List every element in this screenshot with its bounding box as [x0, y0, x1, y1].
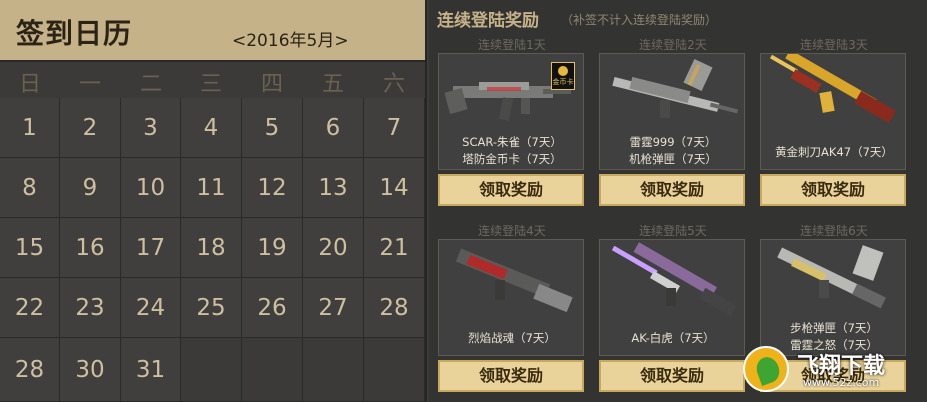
claim-reward-button-day4[interactable]: 领取奖励	[438, 360, 584, 392]
reward-item-name-2: 机枪弹匣（7天）	[629, 152, 717, 166]
calendar-day-cell[interactable]: 15	[0, 218, 60, 278]
reward-item-name-1: SCAR-朱雀（7天）	[462, 135, 562, 149]
gold-card-badge: 金币卡	[551, 62, 575, 90]
calendar-day-cell[interactable]: 12	[242, 158, 303, 218]
calendar-day-cell[interactable]: 19	[242, 218, 303, 278]
reward-item-box: 黄金刺刀AK47（7天）	[760, 53, 906, 170]
gold-card-label: 金币卡	[552, 78, 574, 86]
reward-item-name-1: AK-白虎（7天）	[631, 331, 715, 345]
reward-item-box: 雷霆999（7天） 机枪弹匣（7天）	[599, 53, 745, 170]
calendar-day-cell[interactable]: 4	[181, 98, 242, 158]
weekday-sat: 六	[382, 72, 405, 97]
claim-reward-button-day3[interactable]: 领取奖励	[760, 174, 906, 206]
site-watermark: 飞翔下载 www.52z.com	[741, 344, 921, 396]
login-rewards-panel: 连续登陆奖励 （补签不计入连续登陆奖励） 连续登陆1天 金币卡 SCAR-朱雀（…	[429, 0, 927, 402]
reward-day-label: 连续登陆6天	[800, 224, 868, 238]
calendar-day-cell[interactable]: 25	[181, 278, 242, 338]
calendar-day-cell[interactable]: 28	[0, 338, 60, 402]
calendar-title: 签到日历	[16, 17, 133, 50]
weekday-fri: 五	[321, 72, 344, 97]
month-selector[interactable]: <2016年5月>	[232, 26, 349, 51]
calendar-day-cell[interactable]: 9	[60, 158, 121, 218]
calendar-day-cell[interactable]: 16	[60, 218, 121, 278]
weekday-wed: 三	[199, 72, 222, 97]
calendar-grid: 1 2 3 4 5 6 7 8 9 10 11 12 13 14 15 16 17 18 19 20 21 22 23 24 2…	[0, 98, 425, 402]
weekday-tue: 二	[139, 72, 162, 97]
calendar-day-cell[interactable]: 11	[181, 158, 242, 218]
flame-rifle-icon	[455, 248, 573, 313]
calendar-day-cell[interactable]: 22	[0, 278, 60, 338]
reward-day-label: 连续登陆1天	[478, 38, 546, 52]
calendar-day-cell[interactable]: 30	[60, 338, 121, 402]
calendar-day-cell[interactable]: 17	[121, 218, 181, 278]
calendar-empty-cell	[303, 338, 364, 402]
gold-ak47-icon	[770, 54, 896, 124]
calendar-day-cell[interactable]: 5	[242, 98, 303, 158]
watermark-url: www.52z.com	[803, 376, 880, 389]
reward-item-box: 步枪弹匣（7天） 雷霆之怒（7天）	[760, 239, 906, 356]
calendar-empty-cell	[242, 338, 303, 402]
calendar-day-cell[interactable]: 1	[0, 98, 60, 158]
calendar-day-cell[interactable]: 3	[121, 98, 181, 158]
reward-item-name-1: 雷霆999（7天）	[629, 135, 717, 149]
calendar-day-cell[interactable]: 6	[303, 98, 364, 158]
reward-item-name-1: 步枪弹匣（7天）	[790, 321, 878, 335]
rifle-magazine-icon	[777, 245, 887, 309]
claim-reward-button-day5[interactable]: 领取奖励	[599, 360, 745, 392]
coin-icon	[558, 66, 568, 76]
reward-item-name-1: 黄金刺刀AK47（7天）	[775, 145, 893, 159]
reward-item-box: AK-白虎（7天）	[599, 239, 745, 356]
weekday-mon: 一	[78, 72, 101, 97]
calendar-day-cell[interactable]: 24	[121, 278, 181, 338]
calendar-day-cell[interactable]: 23	[60, 278, 121, 338]
reward-day-label: 连续登陆4天	[478, 224, 546, 238]
calendar-day-cell[interactable]: 13	[303, 158, 364, 218]
weekday-thu: 四	[260, 72, 283, 97]
reward-item-name-1: 烈焰战魂（7天）	[468, 331, 556, 345]
weekday-header-row: 日 一 二 三 四 五 六	[0, 62, 425, 98]
calendar-day-cell[interactable]: 27	[303, 278, 364, 338]
weekday-sun: 日	[18, 72, 41, 97]
ak-white-tiger-icon	[611, 242, 737, 317]
reward-item-box: 金币卡 SCAR-朱雀（7天） 塔防金币卡（7天）	[438, 53, 584, 170]
calendar-empty-cell	[364, 338, 425, 402]
calendar-day-cell[interactable]: 20	[303, 218, 364, 278]
calendar-day-cell[interactable]: 26	[242, 278, 303, 338]
calendar-day-cell[interactable]: 2	[60, 98, 121, 158]
reward-item-box: 烈焰战魂（7天）	[438, 239, 584, 356]
calendar-day-cell[interactable]: 31	[121, 338, 181, 402]
calendar-empty-cell	[181, 338, 242, 402]
calendar-header: 签到日历 <2016年5月>	[0, 0, 425, 62]
rewards-title: 连续登陆奖励	[437, 11, 539, 31]
calendar-day-cell[interactable]: 14	[364, 158, 425, 218]
calendar-day-cell[interactable]: 21	[364, 218, 425, 278]
claim-reward-button-day1[interactable]: 领取奖励	[438, 174, 584, 206]
calendar-day-cell[interactable]: 8	[0, 158, 60, 218]
leaf-logo-icon	[743, 346, 789, 392]
reward-day-label: 连续登陆5天	[639, 224, 707, 238]
rewards-note: （补签不计入连续登陆奖励）	[561, 13, 718, 27]
reward-day-label: 连续登陆2天	[639, 38, 707, 52]
claim-reward-button-day2[interactable]: 领取奖励	[599, 174, 745, 206]
reward-item-name-2: 塔防金币卡（7天）	[462, 152, 562, 166]
calendar-day-cell[interactable]: 10	[121, 158, 181, 218]
calendar-day-cell[interactable]: 28	[364, 278, 425, 338]
sign-in-calendar: 签到日历 <2016年5月> 日 一 二 三 四 五 六 1 2 3 4 5 6 7 8 9 10…	[0, 0, 427, 402]
machine-gun-icon	[612, 58, 739, 118]
reward-day-label: 连续登陆3天	[800, 38, 868, 52]
calendar-day-cell[interactable]: 18	[181, 218, 242, 278]
calendar-day-cell[interactable]: 7	[364, 98, 425, 158]
